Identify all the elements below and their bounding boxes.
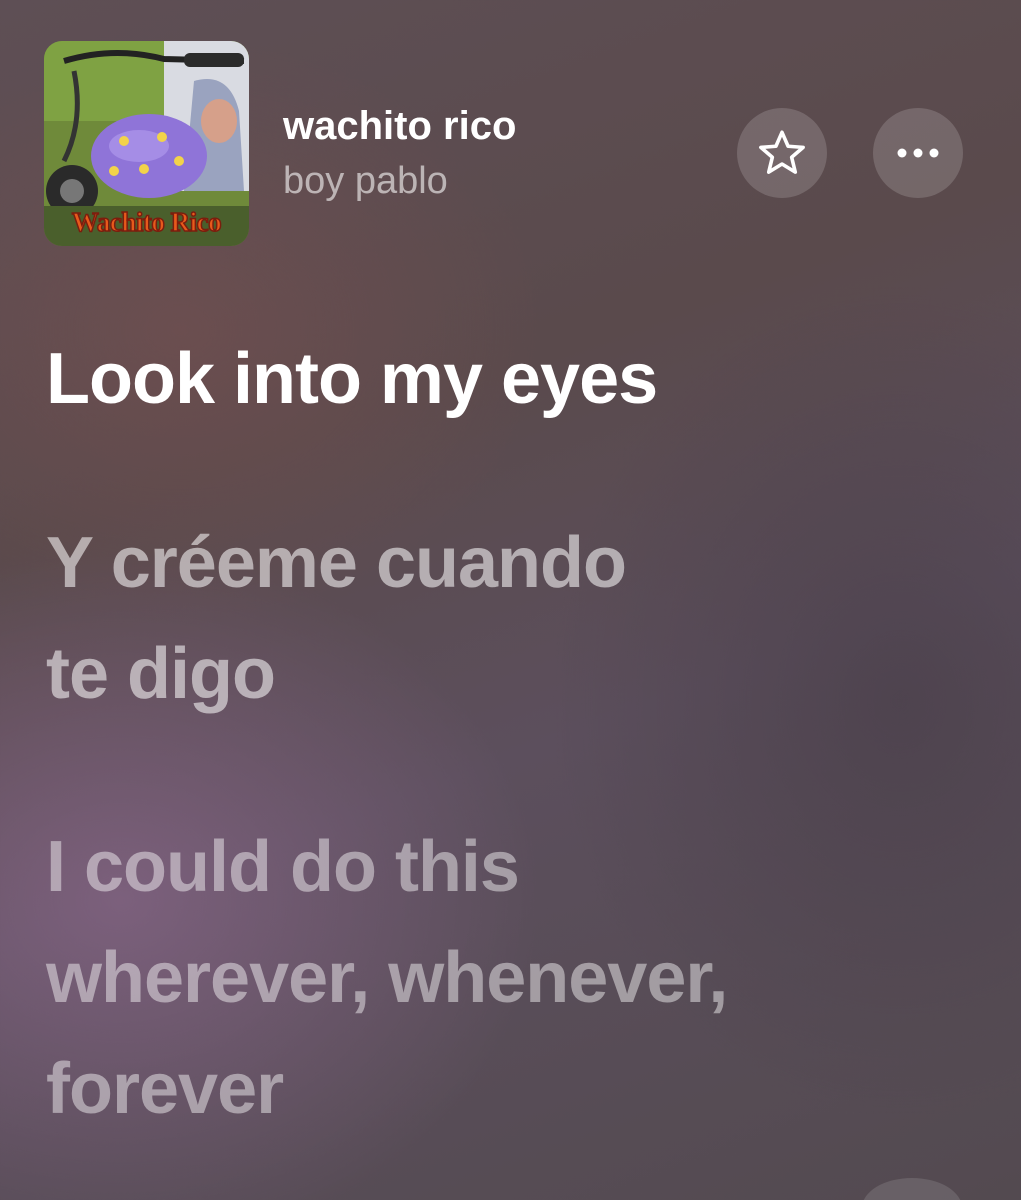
lyric-after[interactable]: I could do this wherever, whenever, fore…: [46, 812, 728, 1145]
partial-control-button[interactable]: [862, 1178, 962, 1200]
song-title[interactable]: wachito rico: [283, 104, 516, 149]
artwork-title-text: Wachito Rico: [71, 206, 222, 238]
lyric-line: Y créeme cuando: [46, 523, 627, 603]
lyric-line: wherever, whenever,: [46, 938, 728, 1018]
lyric-line: te digo: [46, 634, 276, 714]
artist-name[interactable]: boy pablo: [283, 160, 448, 203]
star-icon: [759, 130, 805, 174]
more-options-button[interactable]: [873, 108, 963, 198]
album-artwork[interactable]: Wachito Rico: [44, 41, 249, 246]
favorite-button[interactable]: [737, 108, 827, 198]
lyric-next[interactable]: Y créeme cuando te digo: [46, 508, 627, 730]
lyric-line: forever: [46, 1049, 284, 1129]
more-icon: [897, 148, 939, 158]
lyric-current[interactable]: Look into my eyes: [46, 324, 658, 435]
lyric-line: I could do this: [46, 827, 520, 907]
lyric-line: Look into my eyes: [46, 339, 658, 419]
